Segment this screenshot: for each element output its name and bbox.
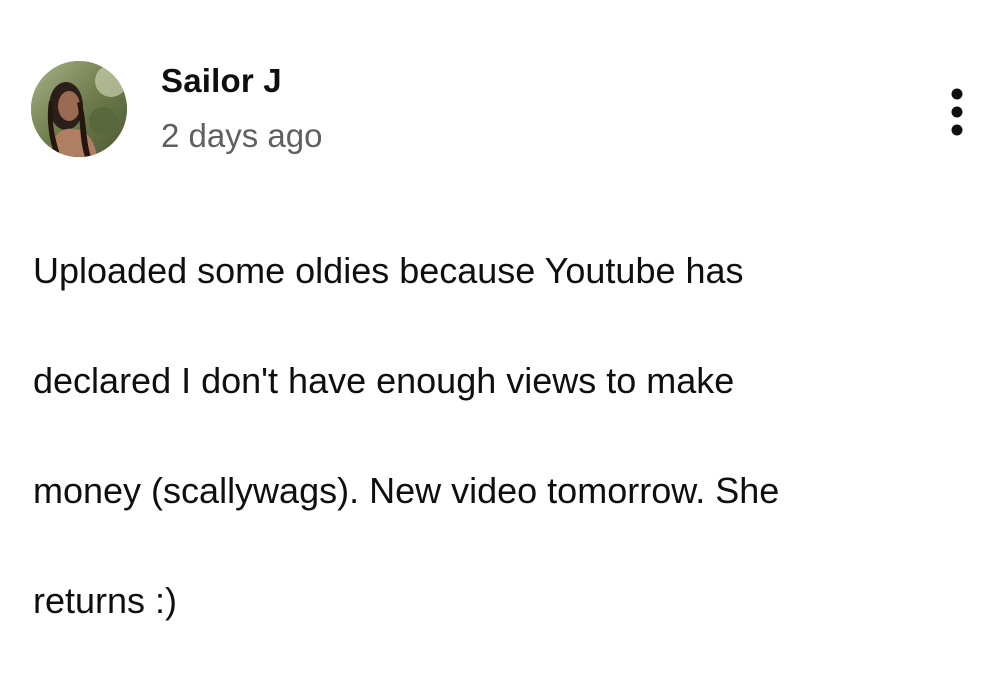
more-options-button[interactable] [935,84,979,140]
post-body-line: declared I don't have enough views to ma… [33,360,735,401]
community-post: Sailor J 2 days ago Uploaded some oldies… [0,0,1000,621]
post-body: Uploaded some oldies because Youtube has… [33,188,953,683]
post-body-line: money (scallywags). New video tomorrow. … [33,470,780,511]
post-body-line: Uploaded some oldies because Youtube has [33,250,744,291]
avatar-photo-icon [31,61,127,157]
post-body-line: returns :) [33,580,178,621]
author-name[interactable]: Sailor J [161,62,282,100]
author-avatar[interactable] [31,61,127,157]
more-vertical-icon [951,88,963,136]
post-timestamp: 2 days ago [161,117,323,154]
